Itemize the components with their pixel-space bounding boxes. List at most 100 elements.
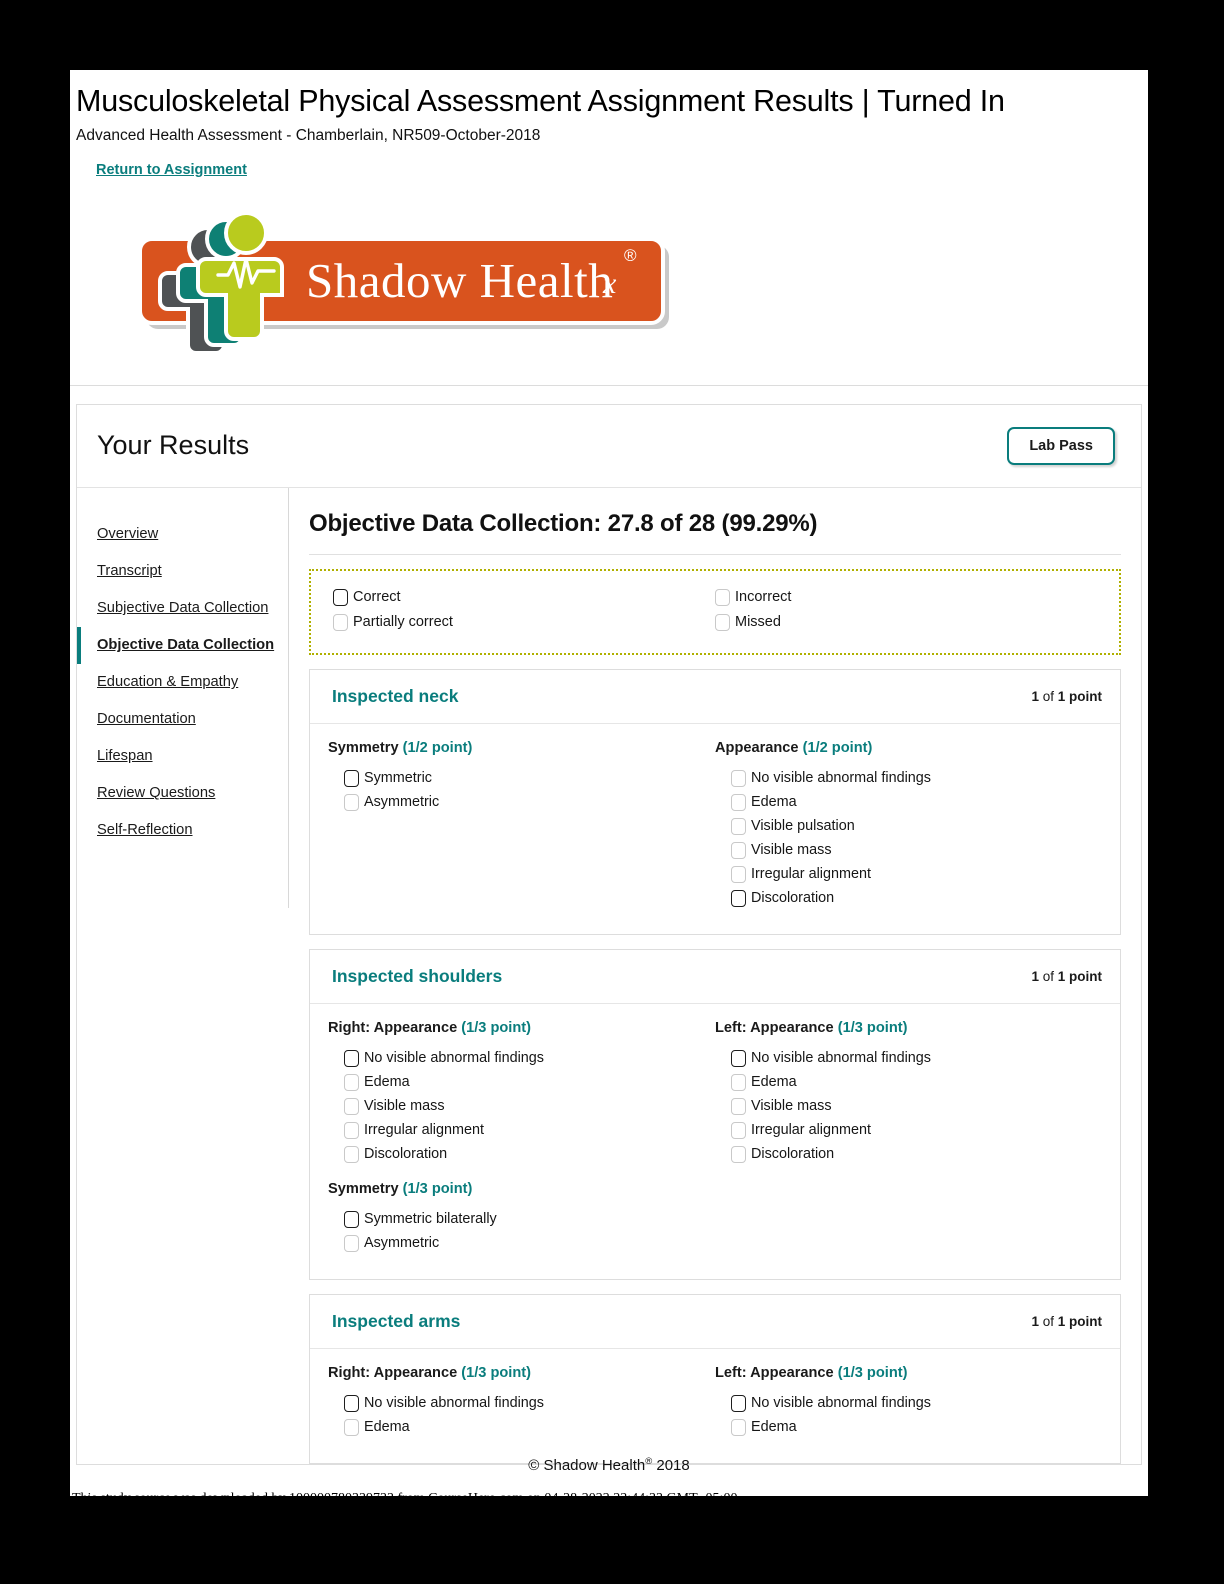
copyright-notice: © Shadow Health® 2018 — [70, 1456, 1148, 1474]
option-row[interactable]: Visible pulsation — [715, 817, 1092, 835]
checkbox-icon[interactable] — [344, 1210, 359, 1228]
option-row[interactable]: Symmetric bilaterally — [328, 1210, 705, 1228]
checkbox-icon[interactable] — [344, 1073, 359, 1091]
checkbox-icon[interactable] — [731, 769, 746, 787]
checkbox-icon[interactable] — [731, 793, 746, 811]
option-row[interactable]: Edema — [715, 1073, 1092, 1091]
option-row[interactable]: Edema — [715, 1418, 1092, 1436]
option-row[interactable]: Edema — [328, 1418, 705, 1436]
option-group-points: (1/2 point) — [802, 739, 873, 756]
checkbox-icon[interactable] — [344, 769, 359, 787]
option-group: Appearance (1/2 point) No visible abnorma… — [715, 740, 1092, 907]
checkbox-icon[interactable] — [344, 1121, 359, 1139]
option-row[interactable]: Irregular alignment — [715, 865, 1092, 883]
sidebar-item-review-questions[interactable]: Review Questions — [77, 775, 288, 812]
sidebar-item-documentation[interactable]: Documentation — [77, 701, 288, 738]
header-divider — [70, 384, 1148, 386]
checkbox-icon[interactable] — [731, 1073, 746, 1091]
sidebar-item-lifespan[interactable]: Lifespan — [77, 738, 288, 775]
checkbox-icon[interactable] — [344, 1049, 359, 1067]
checkbox-icon[interactable] — [731, 889, 746, 907]
lab-pass-button[interactable]: Lab Pass — [1007, 426, 1115, 465]
option-label: Visible pulsation — [751, 818, 855, 835]
option-row[interactable]: No visible abnormal findings — [715, 1394, 1092, 1412]
checkbox-icon[interactable] — [731, 865, 746, 883]
checkbox-icon[interactable] — [344, 1145, 359, 1163]
option-row[interactable]: Asymmetric — [328, 793, 705, 811]
option-label: Discoloration — [751, 890, 835, 907]
sidebar-item-subjective-data-collection[interactable]: Subjective Data Collection — [77, 590, 288, 627]
legend-item-label: Correct — [353, 589, 401, 606]
finding-points-earned: 1 — [1031, 1313, 1039, 1329]
option-row[interactable]: Visible mass — [715, 841, 1092, 859]
option-row[interactable]: Edema — [715, 793, 1092, 811]
sidebar-item-label: Self-Reflection — [97, 822, 193, 839]
option-row[interactable]: Symmetric — [328, 769, 705, 787]
finding-points: 1 of 1 point — [1031, 969, 1102, 984]
checkbox-icon[interactable] — [731, 841, 746, 859]
checkbox-icon[interactable] — [333, 588, 348, 606]
finding-points: 1 of 1 point — [1031, 689, 1102, 704]
checkbox-icon[interactable] — [344, 1394, 359, 1412]
checkbox-icon[interactable] — [731, 1097, 746, 1115]
option-row[interactable]: Visible mass — [328, 1097, 705, 1115]
sidebar-item-transcript[interactable]: Transcript — [77, 553, 288, 590]
sidebar-item-self-reflection[interactable]: Self-Reflection — [77, 812, 288, 849]
checkbox-icon[interactable] — [731, 1394, 746, 1412]
results-header: Your Results Lab Pass — [77, 405, 1141, 488]
checkbox-icon[interactable] — [333, 613, 348, 631]
option-row[interactable]: Discoloration — [715, 889, 1092, 907]
option-group-name: Right: Appearance — [328, 1019, 458, 1036]
finding-column: Appearance (1/2 point) No visible abnorma… — [715, 740, 1102, 914]
checkbox-icon[interactable] — [344, 793, 359, 811]
legend-item-correct[interactable]: Correct — [333, 588, 715, 606]
option-row[interactable]: Irregular alignment — [715, 1121, 1092, 1139]
checkbox-icon[interactable] — [731, 1145, 746, 1163]
option-row[interactable]: No visible abnormal findings — [328, 1049, 705, 1067]
option-group-title: Left: Appearance (1/3 point) — [715, 1020, 1092, 1036]
checkbox-icon[interactable] — [344, 1418, 359, 1436]
option-row[interactable]: No visible abnormal findings — [715, 1049, 1092, 1067]
option-label: Discoloration — [364, 1146, 448, 1163]
finding-points-total: 1 point — [1057, 688, 1102, 704]
option-group: Left: Appearance (1/3 point) No visible a… — [715, 1365, 1092, 1436]
option-label: Edema — [364, 1419, 410, 1436]
checkbox-icon[interactable] — [731, 1418, 746, 1436]
checkbox-icon[interactable] — [344, 1097, 359, 1115]
option-row[interactable]: Discoloration — [328, 1145, 705, 1163]
option-row[interactable]: Irregular alignment — [328, 1121, 705, 1139]
sidebar-item-overview[interactable]: Overview — [77, 516, 288, 553]
legend-item-incorrect[interactable]: Incorrect — [715, 588, 1097, 606]
option-row[interactable]: Asymmetric — [328, 1234, 705, 1252]
checkbox-icon[interactable] — [731, 817, 746, 835]
legend-item-partially-correct[interactable]: Partially correct — [333, 613, 715, 631]
sidebar-item-education-empathy[interactable]: Education & Empathy — [77, 664, 288, 701]
sidebar-item-label: Documentation — [97, 711, 196, 728]
finding-points-of: of — [1042, 968, 1054, 984]
option-row[interactable]: No visible abnormal findings — [328, 1394, 705, 1412]
option-label: No visible abnormal findings — [751, 1050, 931, 1067]
findings-list: Inspected neck 1 of 1 point Symmetry (1/2 … — [309, 668, 1121, 1464]
option-row[interactable]: Discoloration — [715, 1145, 1092, 1163]
finding-header: Inspected neck 1 of 1 point — [310, 670, 1120, 724]
option-row[interactable]: No visible abnormal findings — [715, 769, 1092, 787]
document-header: Musculoskeletal Physical Assessment Assi… — [70, 70, 1148, 179]
checkbox-icon[interactable] — [731, 1121, 746, 1139]
legend-column-left: Correct Partially correct — [333, 588, 715, 631]
legend-item-missed[interactable]: Missed — [715, 613, 1097, 631]
checkbox-icon[interactable] — [344, 1234, 359, 1252]
finding-column: Right: Appearance (1/3 point) No visible … — [328, 1365, 715, 1443]
return-to-assignment-link[interactable]: Return to Assignment — [96, 162, 247, 178]
checkbox-icon[interactable] — [715, 588, 730, 606]
option-label: No visible abnormal findings — [364, 1050, 544, 1067]
option-row[interactable]: Edema — [328, 1073, 705, 1091]
finding-points-earned: 1 — [1031, 968, 1039, 984]
checkbox-icon[interactable] — [715, 613, 730, 631]
option-group-points: (1/3 point) — [461, 1364, 531, 1381]
checkbox-icon[interactable] — [731, 1049, 746, 1067]
option-group: Symmetry (1/3 point) Symmetric bilaterall… — [328, 1181, 705, 1252]
svg-text:Shadow Health: Shadow Health — [306, 253, 613, 308]
option-row[interactable]: Visible mass — [715, 1097, 1092, 1115]
option-group: Right: Appearance (1/3 point) No visible … — [328, 1365, 705, 1436]
sidebar-item-objective-data-collection[interactable]: Objective Data Collection — [77, 626, 288, 664]
